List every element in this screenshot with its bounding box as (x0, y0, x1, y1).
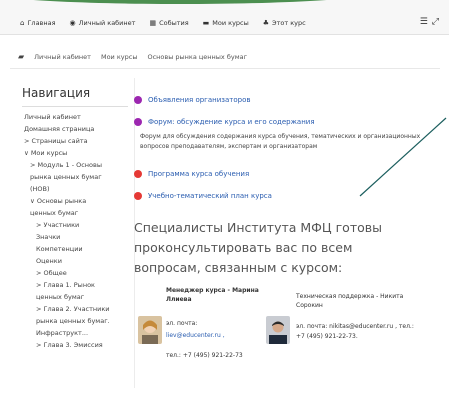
annotation-line (359, 117, 447, 197)
